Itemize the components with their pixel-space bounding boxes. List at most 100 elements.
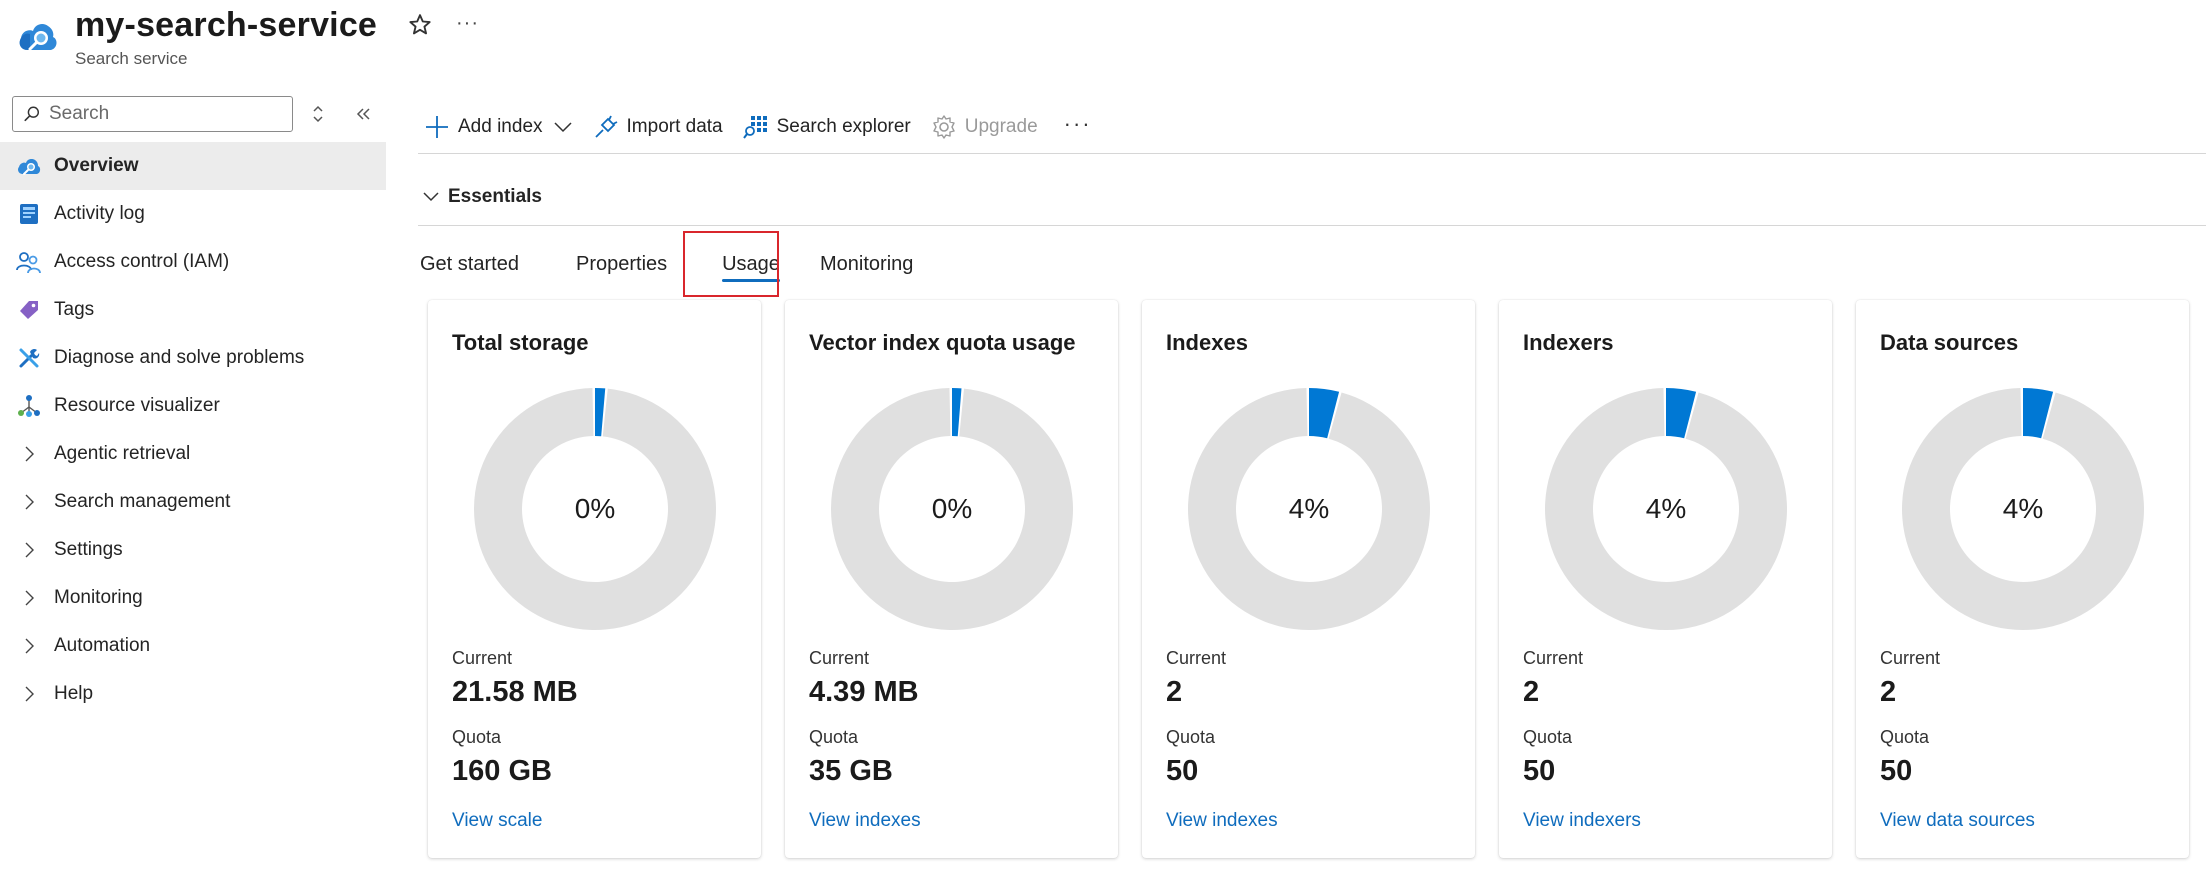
sidebar-item-label: Help	[54, 683, 94, 704]
sidebar-item-agentic-retrieval[interactable]: Agentic retrieval	[0, 430, 386, 478]
sidebar-nav: Overview Activity log Access control (IA…	[0, 142, 386, 718]
current-label: Current	[1880, 648, 1941, 668]
search-explorer-button[interactable]: Search explorer	[742, 114, 911, 140]
upgrade-button[interactable]: Upgrade	[931, 114, 1038, 140]
usage-card-indexers: Indexers 4% Current 2 Quota 50 View inde…	[1499, 300, 1832, 858]
tab-usage[interactable]: Usage	[704, 232, 798, 296]
view-indexes-link[interactable]: View indexes	[809, 810, 921, 832]
sidebar-item-settings[interactable]: Settings	[0, 526, 386, 574]
usage-percent: 4%	[1645, 493, 1687, 524]
current-label: Current	[1523, 648, 1584, 668]
sidebar-item-overview[interactable]: Overview	[0, 142, 386, 190]
current-value: 4.39 MB	[809, 676, 919, 708]
quota-label: Quota	[1523, 727, 1573, 747]
view-data-sources-link[interactable]: View data sources	[1880, 810, 2035, 832]
current-label: Current	[809, 648, 870, 668]
tab-properties[interactable]: Properties	[570, 232, 704, 296]
sidebar-item-monitoring[interactable]: Monitoring	[0, 574, 386, 622]
network-icon	[16, 393, 42, 419]
essentials-toggle[interactable]: Essentials	[422, 186, 542, 208]
chevron-right-icon	[16, 537, 42, 563]
command-bar: Add index Import data Search explorer Up…	[424, 108, 1092, 146]
chevron-right-icon	[16, 441, 42, 467]
usage-percent: 0%	[574, 493, 616, 524]
quota-value: 50	[1166, 755, 1199, 787]
quota-value: 50	[1523, 755, 1556, 787]
toolbar-more-button[interactable]: ···	[1064, 111, 1092, 137]
plus-icon	[426, 116, 448, 138]
tab-label: Usage	[722, 252, 780, 275]
chevron-right-icon	[16, 489, 42, 515]
tag-icon	[16, 297, 42, 323]
sidebar-item-diagnose[interactable]: Diagnose and solve problems	[0, 334, 386, 382]
sidebar-item-label: Search management	[54, 491, 231, 512]
wrench-icon	[16, 345, 42, 371]
usage-card-vector-index-quota: Vector index quota usage 0% Current 4.39…	[785, 300, 1118, 858]
people-icon	[16, 249, 42, 275]
more-actions-button[interactable]: ···	[456, 12, 479, 35]
sidebar-item-label: Resource visualizer	[54, 395, 220, 416]
sidebar-item-label: Agentic retrieval	[54, 443, 191, 464]
search-explorer-icon	[742, 116, 767, 139]
tab-label: Monitoring	[820, 252, 914, 275]
chevron-down-icon	[553, 122, 572, 133]
favorite-star-icon[interactable]	[406, 11, 434, 39]
tab-strip: Get started Properties Usage Monitoring	[420, 232, 918, 296]
tab-monitoring[interactable]: Monitoring	[798, 232, 918, 296]
sidebar-item-access-control[interactable]: Access control (IAM)	[0, 238, 386, 286]
usage-percent: 4%	[2002, 493, 2044, 524]
current-value: 2	[1523, 676, 1540, 708]
page-title: my-search-service	[75, 6, 378, 44]
quota-label: Quota	[809, 727, 859, 747]
sidebar-item-automation[interactable]: Automation	[0, 622, 386, 670]
search-service-icon	[19, 23, 57, 51]
sidebar-item-label: Diagnose and solve problems	[54, 347, 305, 368]
tab-get-started[interactable]: Get started	[420, 232, 570, 296]
add-index-label: Add index	[458, 116, 543, 137]
search-cloud-icon	[16, 153, 42, 179]
chevron-right-icon	[16, 633, 42, 659]
essentials-label: Essentials	[448, 186, 542, 207]
sidebar-item-resource-visualizer[interactable]: Resource visualizer	[0, 382, 386, 430]
page-subtitle: Search service	[75, 49, 188, 68]
sidebar-item-search-management[interactable]: Search management	[0, 478, 386, 526]
sidebar-item-activity-log[interactable]: Activity log	[0, 190, 386, 238]
sidebar-item-label: Automation	[54, 635, 151, 656]
chevron-down-icon	[423, 192, 439, 202]
usage-card-data-sources: Data sources 4% Current 2 Quota 50 View …	[1856, 300, 2189, 858]
current-value: 2	[1880, 676, 1897, 708]
sidebar-item-label: Monitoring	[54, 587, 143, 608]
sidebar-search-box[interactable]	[12, 96, 293, 132]
import-data-label: Import data	[626, 116, 723, 137]
quota-label: Quota	[452, 727, 502, 747]
quota-label: Quota	[1880, 727, 1930, 747]
card-title: Vector index quota usage	[809, 330, 1076, 355]
usage-percent: 4%	[1288, 493, 1330, 524]
tab-label: Properties	[576, 252, 668, 275]
sidebar-search-input[interactable]	[49, 103, 279, 125]
usage-card-total-storage: Total storage 0% Current 21.58 MB Quota …	[428, 300, 761, 858]
current-label: Current	[452, 648, 513, 668]
toolbar-divider	[418, 153, 2206, 154]
sidebar-item-label: Tags	[54, 299, 95, 320]
search-explorer-label: Search explorer	[776, 116, 911, 137]
usage-card-indexes: Indexes 4% Current 2 Quota 50 View index…	[1142, 300, 1475, 858]
tab-label: Get started	[420, 252, 519, 275]
view-indexers-link[interactable]: View indexers	[1523, 810, 1641, 832]
current-label: Current	[1166, 648, 1227, 668]
collapse-sidebar-icon[interactable]	[352, 102, 374, 126]
sidebar-item-label: Access control (IAM)	[54, 251, 230, 272]
card-title: Total storage	[452, 330, 589, 355]
sort-icon[interactable]	[308, 102, 328, 126]
sidebar-item-help[interactable]: Help	[0, 670, 386, 718]
sidebar-item-label: Activity log	[54, 203, 145, 224]
card-title: Indexes	[1166, 330, 1248, 355]
add-index-button[interactable]: Add index	[424, 114, 573, 140]
sidebar-item-tags[interactable]: Tags	[0, 286, 386, 334]
view-indexes-link[interactable]: View indexes	[1166, 810, 1278, 832]
activity-log-icon	[16, 201, 42, 227]
quota-value: 35 GB	[809, 755, 893, 787]
import-data-button[interactable]: Import data	[593, 114, 723, 140]
view-scale-link[interactable]: View scale	[452, 810, 542, 832]
quota-value: 50	[1880, 755, 1913, 787]
